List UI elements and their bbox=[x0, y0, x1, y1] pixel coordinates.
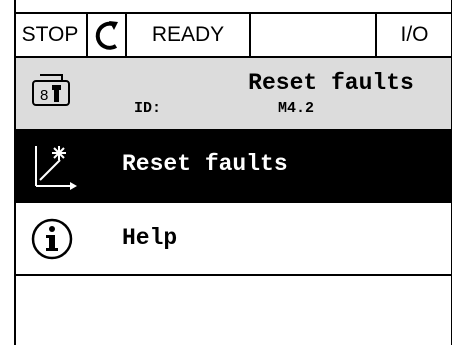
menu-item-label: Reset faults bbox=[122, 151, 288, 177]
empty-menu-row bbox=[16, 276, 451, 345]
info-icon bbox=[30, 217, 74, 266]
keypad-icon: 8 bbox=[30, 71, 72, 112]
menu-item-label: Help bbox=[122, 225, 178, 251]
status-rotation bbox=[88, 14, 127, 56]
menu-header: 8 Reset faults ID: M4.2 bbox=[16, 58, 451, 131]
status-empty-cell bbox=[251, 14, 377, 56]
menu-item-help[interactable]: Help bbox=[16, 203, 451, 276]
rotation-arrow-icon bbox=[95, 21, 118, 50]
id-label: ID: bbox=[134, 100, 162, 117]
page-title: Reset faults bbox=[248, 70, 414, 96]
svg-text:8: 8 bbox=[40, 87, 48, 104]
status-ready: READY bbox=[127, 14, 251, 56]
keypad-display: STOP READY I/O 8 Reset faults ID: M4.2 R… bbox=[0, 0, 452, 345]
reset-arrow-icon bbox=[30, 142, 78, 197]
status-bar: STOP READY I/O bbox=[14, 12, 452, 58]
menu-item-reset-faults[interactable]: Reset faults bbox=[16, 131, 451, 203]
id-value: M4.2 bbox=[278, 100, 315, 117]
status-stop: STOP bbox=[14, 14, 88, 56]
status-io: I/O bbox=[400, 23, 429, 46]
